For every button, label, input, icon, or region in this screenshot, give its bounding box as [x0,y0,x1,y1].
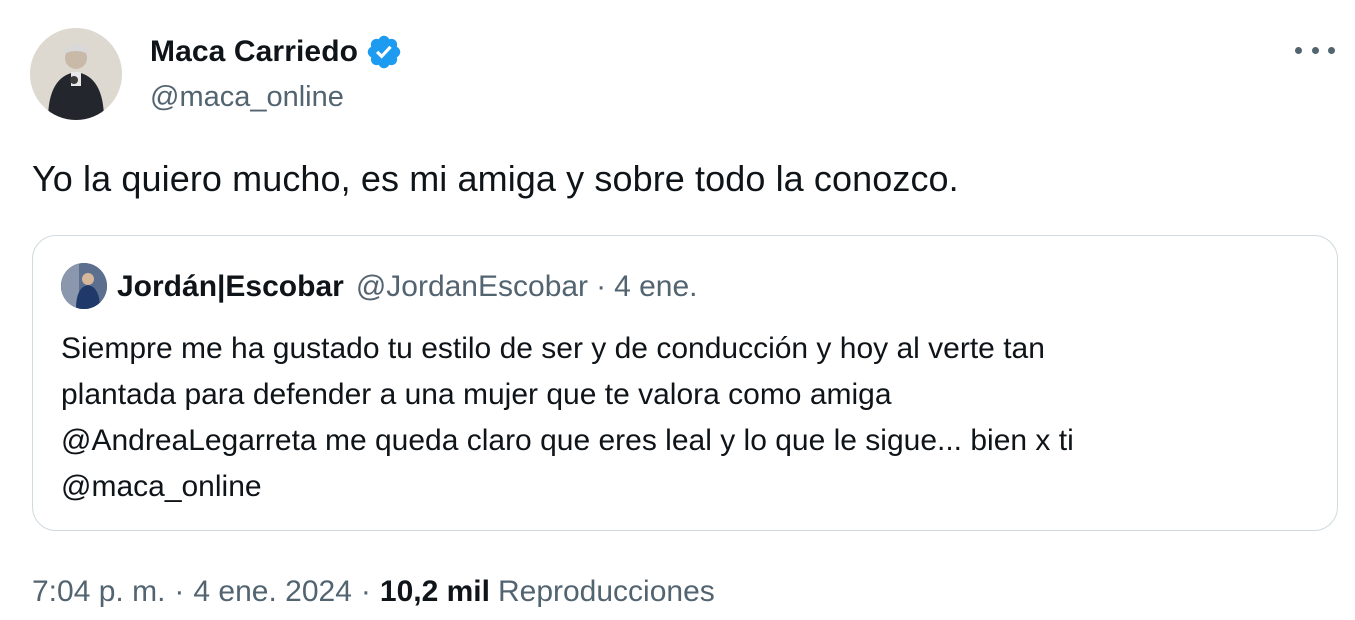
meta-separator: · [360,575,371,608]
avatar-image [30,28,122,120]
meta-separator: · [174,575,185,608]
tweet-text: Yo la quiero mucho, es mi amiga y sobre … [32,158,959,199]
quote-text-line: Siempre me ha gustado tu estilo de ser y… [61,332,1045,365]
more-dot [1328,46,1335,54]
quote-author-name[interactable]: Jordán|Escobar [117,270,344,304]
quote-text-line: @AndreaLegarreta me queda claro que eres… [61,424,1074,457]
more-dot [1311,46,1319,54]
more-options-icon[interactable] [1295,38,1335,62]
author-handle[interactable]: @maca_online [150,81,403,114]
quote-separator: · [596,270,607,303]
tweet-card: Maca Carriedo @maca_online Yo la quiero … [0,0,1355,620]
views-count: 10,2 mil [379,575,490,608]
tweet-date[interactable]: 4 ene. 2024 [193,575,351,609]
quote-text: Siempre me ha gustado tu estilo de ser y… [61,326,1311,510]
tweet-time[interactable]: 7:04 p. m. [32,575,165,609]
quote-author-avatar[interactable] [61,263,107,309]
views-label: Reproducciones [497,575,715,608]
author-name[interactable]: Maca Carriedo [150,35,358,69]
quote-date[interactable]: 4 ene. [614,270,697,304]
author-name-row: Maca Carriedo [150,33,403,71]
quote-text-line: @maca_online [61,470,262,503]
quote-author-handle[interactable]: @JordanEscobar [356,270,588,304]
quote-avatar-image [61,263,107,309]
author-avatar[interactable] [30,28,122,120]
tweet-meta: 7:04 p. m. · 4 ene. 2024 · 10,2 mil Repr… [32,575,715,609]
quoted-tweet[interactable]: Jordán|Escobar @JordanEscobar · 4 ene. S… [32,235,1338,531]
quote-header: Jordán|Escobar @JordanEscobar · 4 ene. [117,270,697,304]
more-dot [1295,46,1302,54]
quote-text-line: plantada para defender a una mujer que t… [61,378,892,411]
author-block: Maca Carriedo @maca_online [150,33,403,114]
verified-badge-icon [365,33,403,71]
